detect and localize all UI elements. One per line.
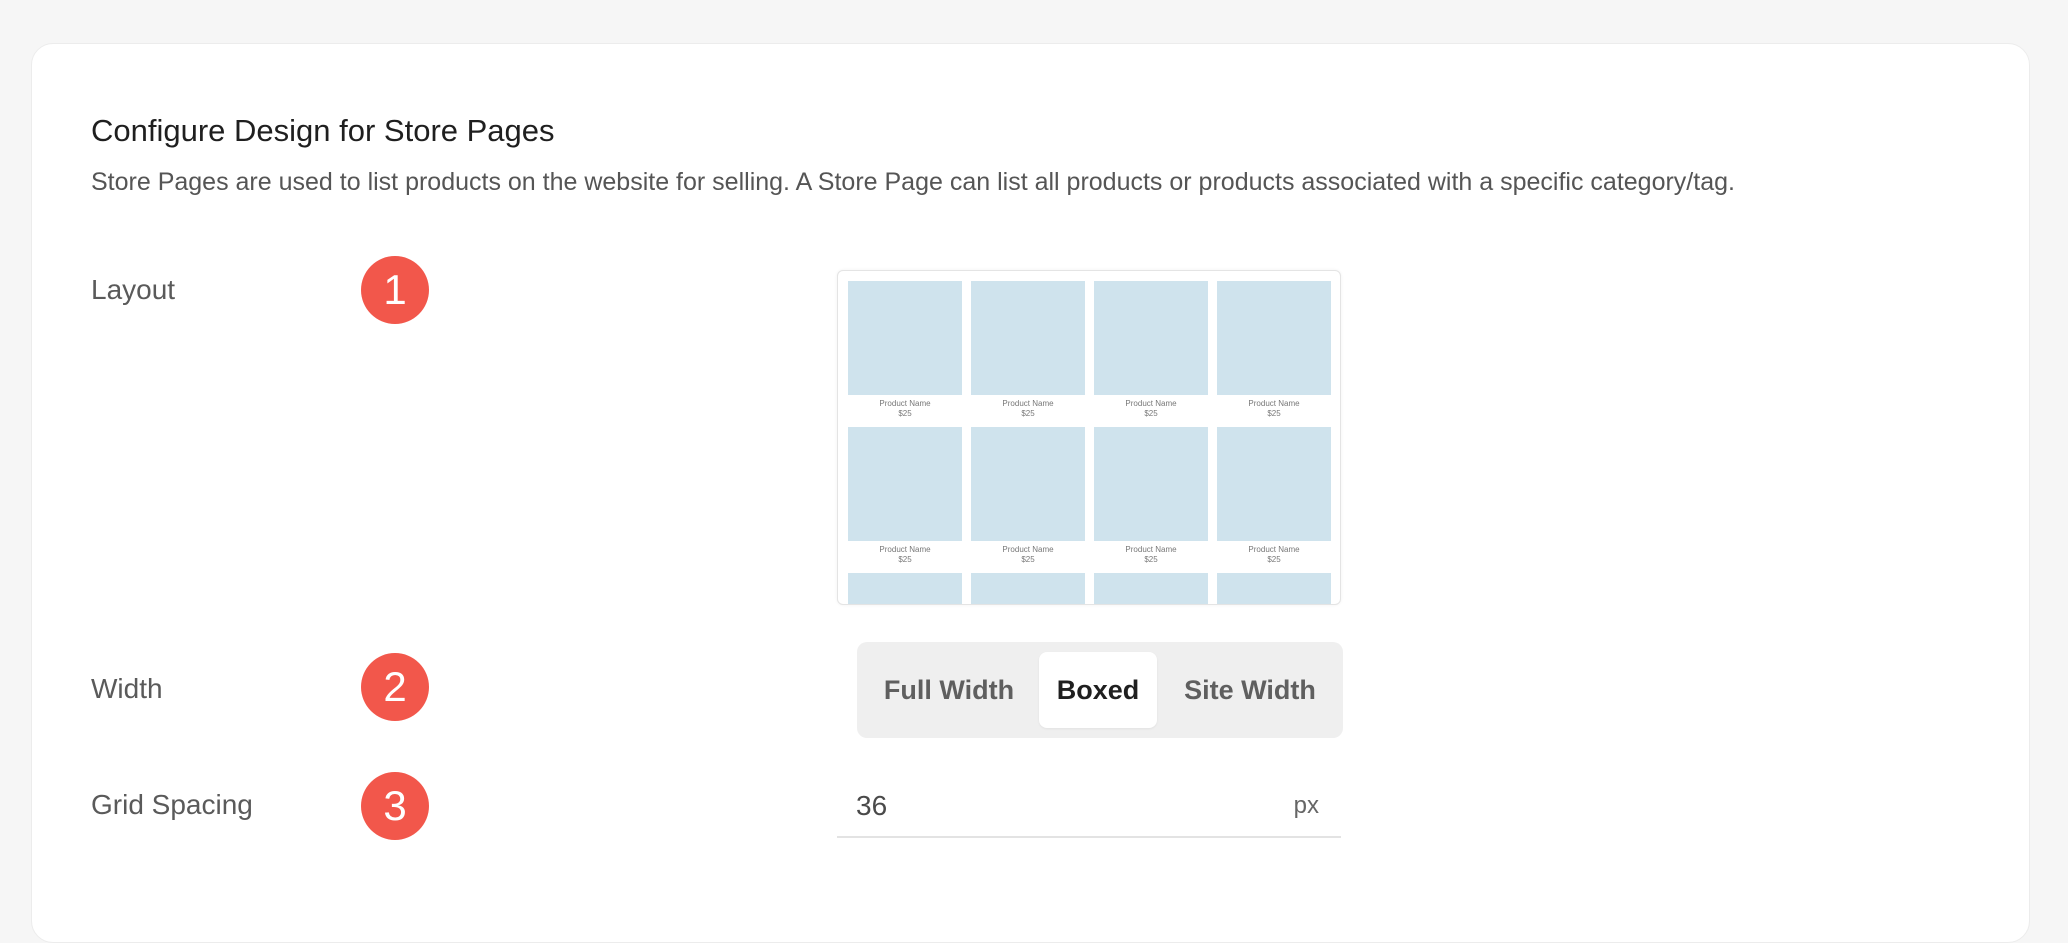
preview-tile-partial xyxy=(1217,573,1331,604)
grid-spacing-field: px xyxy=(837,780,1341,838)
product-name: Product Name xyxy=(1248,545,1300,554)
product-image-placeholder xyxy=(1217,573,1331,604)
preview-tile: Product Name $25 xyxy=(971,427,1085,565)
full-width-option[interactable]: Full Width xyxy=(871,652,1027,728)
product-image-placeholder xyxy=(848,427,962,541)
product-price: $25 xyxy=(1144,555,1158,564)
preview-tile: Product Name $25 xyxy=(1094,427,1208,565)
width-segmented-control: Full Width Boxed Site Width xyxy=(857,642,1343,738)
product-name: Product Name xyxy=(1125,545,1177,554)
product-image-placeholder xyxy=(971,427,1085,541)
product-image-placeholder xyxy=(1094,281,1208,395)
product-name: Product Name xyxy=(1002,545,1054,554)
product-price: $25 xyxy=(1267,409,1281,418)
preview-tile: Product Name $25 xyxy=(848,281,962,419)
layout-preview[interactable]: Product Name $25 Product Name $25 Produc… xyxy=(837,270,1341,605)
preview-tile: Product Name $25 xyxy=(848,427,962,565)
product-name: Product Name xyxy=(879,399,931,408)
section-description: Store Pages are used to list products on… xyxy=(91,168,1735,196)
product-image-placeholder xyxy=(1217,427,1331,541)
step-badge-2: 2 xyxy=(361,653,429,721)
product-image-placeholder xyxy=(971,281,1085,395)
product-price: $25 xyxy=(898,555,912,564)
preview-tile: Product Name $25 xyxy=(971,281,1085,419)
product-price: $25 xyxy=(1021,555,1035,564)
unit-suffix: px xyxy=(1293,792,1319,819)
product-image-placeholder xyxy=(848,281,962,395)
step-badge-3: 3 xyxy=(361,772,429,840)
product-price: $25 xyxy=(1021,409,1035,418)
product-image-placeholder xyxy=(971,573,1085,604)
product-price: $25 xyxy=(1144,409,1158,418)
product-name: Product Name xyxy=(1002,399,1054,408)
product-price: $25 xyxy=(1267,555,1281,564)
preview-tile: Product Name $25 xyxy=(1094,281,1208,419)
preview-grid: Product Name $25 Product Name $25 Produc… xyxy=(848,281,1331,604)
preview-tile-partial xyxy=(1094,573,1208,604)
layout-label: Layout xyxy=(91,274,176,305)
preview-tile-partial xyxy=(848,573,962,604)
preview-tile-partial xyxy=(971,573,1085,604)
product-image-placeholder xyxy=(1094,573,1208,604)
width-label: Width xyxy=(91,673,163,704)
product-name: Product Name xyxy=(1125,399,1177,408)
step-badge-1: 1 xyxy=(361,256,429,324)
product-name: Product Name xyxy=(1248,399,1300,408)
product-image-placeholder xyxy=(1217,281,1331,395)
product-price: $25 xyxy=(898,409,912,418)
product-image-placeholder xyxy=(1094,427,1208,541)
boxed-option[interactable]: Boxed xyxy=(1039,652,1157,728)
product-image-placeholder xyxy=(848,573,962,604)
grid-spacing-label: Grid Spacing xyxy=(91,789,253,820)
section-title: Configure Design for Store Pages xyxy=(91,113,555,148)
site-width-option[interactable]: Site Width xyxy=(1169,652,1331,728)
grid-spacing-input[interactable] xyxy=(856,780,1236,832)
preview-tile: Product Name $25 xyxy=(1217,427,1331,565)
product-name: Product Name xyxy=(879,545,931,554)
preview-tile: Product Name $25 xyxy=(1217,281,1331,419)
